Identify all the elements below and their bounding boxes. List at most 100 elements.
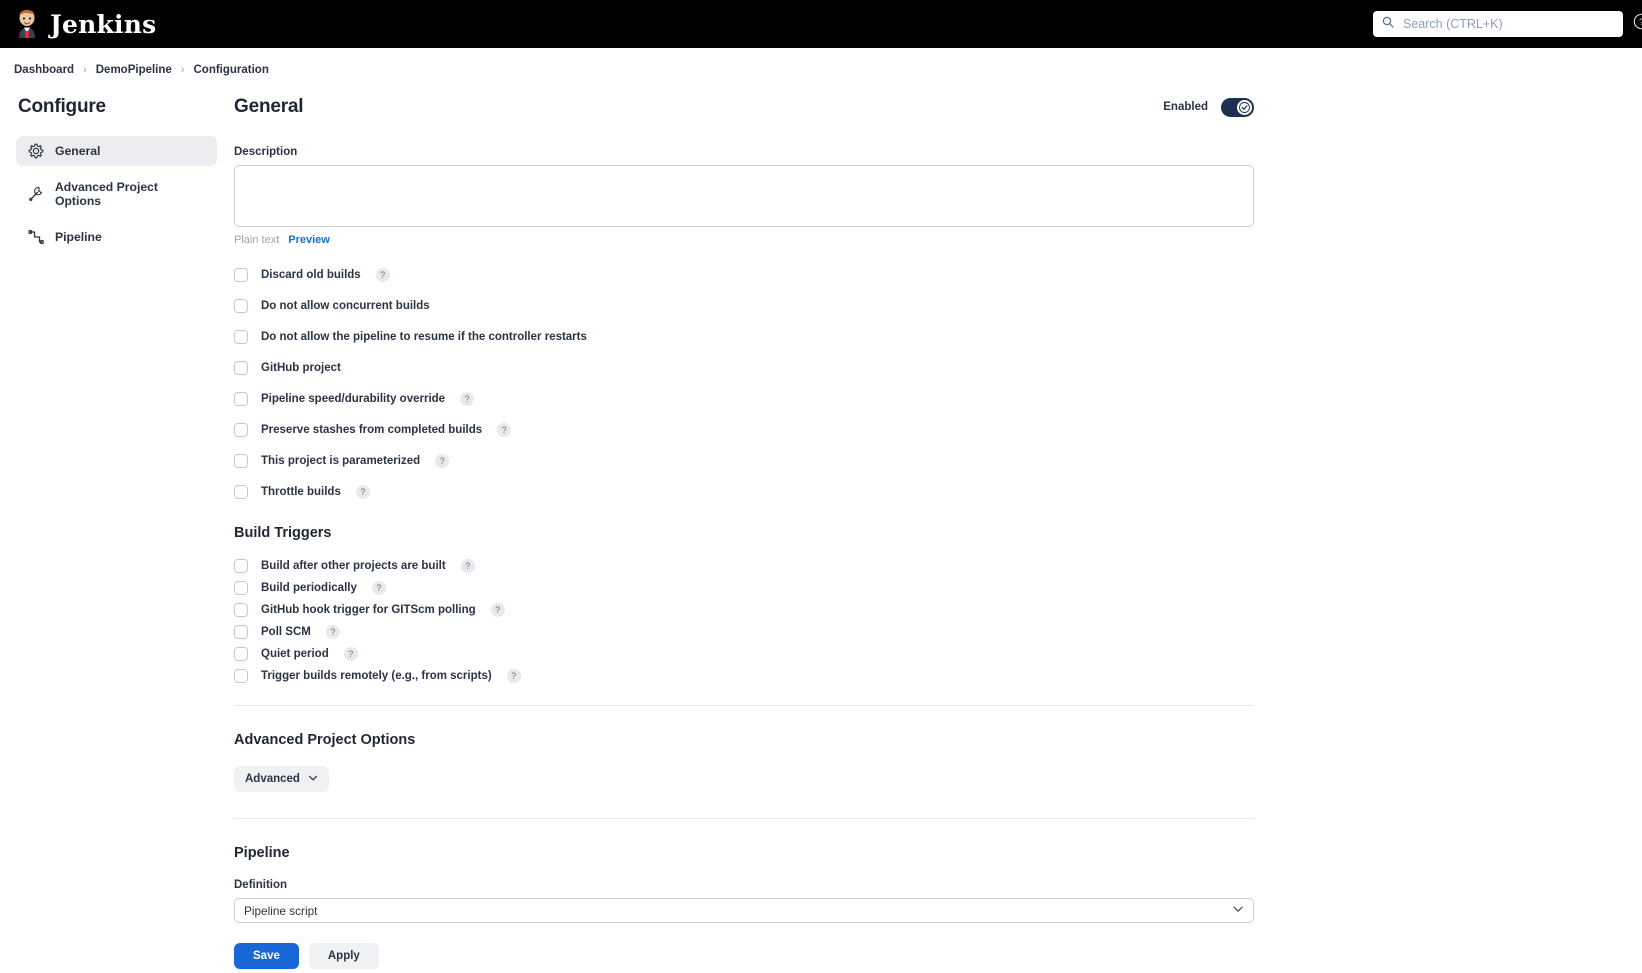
general-option-label[interactable]: Do not allow the pipeline to resume if t… bbox=[261, 331, 587, 343]
pipeline-heading: Pipeline bbox=[234, 845, 290, 861]
sidebar-item-label: Pipeline bbox=[55, 230, 102, 244]
general-option-label[interactable]: Preserve stashes from completed builds bbox=[261, 424, 482, 436]
sidebar-item-label: General bbox=[55, 144, 101, 158]
general-option-row: Throttle builds? bbox=[234, 485, 1254, 499]
help-icon[interactable]: ? bbox=[435, 454, 450, 468]
wrench-icon bbox=[27, 186, 44, 203]
build-trigger-option-checkbox[interactable] bbox=[234, 581, 248, 595]
search-icon bbox=[1382, 15, 1394, 33]
general-option-checkbox[interactable] bbox=[234, 423, 248, 437]
build-trigger-option-label[interactable]: Quiet period bbox=[261, 648, 329, 660]
general-option-row: GitHub project bbox=[234, 361, 1254, 375]
sidebar-item-label: Advanced Project Options bbox=[55, 180, 158, 208]
build-trigger-option-checkbox[interactable] bbox=[234, 625, 248, 639]
definition-select[interactable]: Pipeline scriptPipeline script from SCM bbox=[234, 898, 1254, 923]
general-option-checkbox[interactable] bbox=[234, 361, 248, 375]
build-trigger-option-checkbox[interactable] bbox=[234, 603, 248, 617]
general-option-label[interactable]: This project is parameterized bbox=[261, 455, 420, 467]
breadcrumb-separator: › bbox=[83, 64, 87, 76]
check-icon bbox=[1237, 99, 1252, 115]
general-heading: General bbox=[234, 96, 304, 117]
sidebar: Configure General Advanced Project Optio… bbox=[0, 96, 232, 969]
help-icon[interactable]: ? bbox=[490, 603, 505, 617]
preview-link[interactable]: Preview bbox=[288, 234, 330, 246]
build-trigger-option-label[interactable]: GitHub hook trigger for GITScm polling bbox=[261, 604, 476, 616]
general-options-list: Discard old builds? Do not allow concurre… bbox=[234, 268, 1254, 499]
help-icon[interactable]: ? bbox=[497, 423, 512, 437]
sidebar-item-advanced-project-options[interactable]: Advanced Project Options bbox=[16, 179, 217, 209]
build-trigger-option-row: Build periodically? bbox=[234, 581, 1254, 595]
description-field-group: Description Plain text Preview bbox=[234, 146, 1254, 246]
build-trigger-option-checkbox[interactable] bbox=[234, 559, 248, 573]
general-option-checkbox[interactable] bbox=[234, 454, 248, 468]
general-option-row: Do not allow concurrent builds bbox=[234, 299, 1254, 313]
save-button[interactable]: Save bbox=[234, 943, 299, 969]
general-option-row: This project is parameterized? bbox=[234, 454, 1254, 468]
general-option-row: Do not allow the pipeline to resume if t… bbox=[234, 330, 1254, 344]
general-option-label[interactable]: Discard old builds bbox=[261, 269, 361, 281]
general-option-row: Preserve stashes from completed builds? bbox=[234, 423, 1254, 437]
general-option-checkbox[interactable] bbox=[234, 485, 248, 499]
enabled-control: Enabled bbox=[1163, 97, 1254, 117]
sidebar-item-pipeline[interactable]: Pipeline bbox=[16, 222, 217, 252]
search-box[interactable] bbox=[1373, 11, 1623, 37]
general-option-label[interactable]: Pipeline speed/durability override bbox=[261, 393, 445, 405]
build-trigger-option-row: Build after other projects are built? bbox=[234, 559, 1254, 573]
build-trigger-option-label[interactable]: Build after other projects are built bbox=[261, 560, 446, 572]
description-meta: Plain text Preview bbox=[234, 234, 1254, 246]
general-option-checkbox[interactable] bbox=[234, 330, 248, 344]
enabled-toggle[interactable] bbox=[1221, 97, 1254, 117]
help-icon[interactable]: ? bbox=[460, 559, 475, 573]
form-actions: Save Apply bbox=[234, 943, 1254, 969]
build-trigger-option-label[interactable]: Build periodically bbox=[261, 582, 357, 594]
help-icon[interactable]: ? bbox=[355, 485, 370, 499]
build-trigger-option-label[interactable]: Trigger builds remotely (e.g., from scri… bbox=[261, 670, 492, 682]
help-icon[interactable]: ? bbox=[460, 392, 475, 406]
help-icon[interactable]: ? bbox=[371, 581, 386, 595]
brand-home-link[interactable]: Jenkins bbox=[14, 9, 156, 39]
main-content: General Enabled Description Plain text P… bbox=[232, 96, 1642, 969]
description-input[interactable] bbox=[234, 165, 1254, 227]
help-icon[interactable]: ? bbox=[375, 268, 390, 282]
general-option-row: Pipeline speed/durability override? bbox=[234, 392, 1254, 406]
general-option-checkbox[interactable] bbox=[234, 392, 248, 406]
jenkins-butler-logo bbox=[14, 9, 40, 39]
general-option-row: Discard old builds? bbox=[234, 268, 1254, 282]
breadcrumb-item-dashboard[interactable]: Dashboard bbox=[14, 64, 74, 76]
plain-text-label: Plain text bbox=[234, 234, 280, 246]
build-trigger-option-label[interactable]: Poll SCM bbox=[261, 626, 311, 638]
general-option-label[interactable]: GitHub project bbox=[261, 362, 341, 374]
build-trigger-option-row: Poll SCM? bbox=[234, 625, 1254, 639]
advanced-toggle-button[interactable]: Advanced bbox=[234, 766, 329, 792]
topbar-right-cluster: ? bbox=[1373, 11, 1642, 37]
top-navigation-bar: Jenkins ? bbox=[0, 0, 1642, 48]
help-circle-icon[interactable]: ? bbox=[1633, 13, 1642, 35]
page-body: Configure General Advanced Project Optio… bbox=[0, 82, 1642, 969]
brand-title: Jenkins bbox=[50, 9, 157, 39]
general-option-checkbox[interactable] bbox=[234, 268, 248, 282]
build-trigger-option-row: Trigger builds remotely (e.g., from scri… bbox=[234, 669, 1254, 683]
build-trigger-option-checkbox[interactable] bbox=[234, 647, 248, 661]
breadcrumb-item-demopipeline[interactable]: DemoPipeline bbox=[96, 64, 172, 76]
sidebar-item-general[interactable]: General bbox=[16, 136, 217, 166]
general-option-label[interactable]: Throttle builds bbox=[261, 486, 341, 498]
general-section-header: General Enabled bbox=[234, 96, 1254, 118]
general-option-label[interactable]: Do not allow concurrent builds bbox=[261, 300, 430, 312]
section-divider bbox=[234, 818, 1254, 819]
page-title: Configure bbox=[18, 96, 106, 117]
breadcrumb-item-configuration[interactable]: Configuration bbox=[193, 64, 268, 76]
definition-select-wrapper: Pipeline scriptPipeline script from SCM bbox=[234, 898, 1254, 923]
apply-button[interactable]: Apply bbox=[308, 943, 379, 969]
section-divider bbox=[234, 705, 1254, 706]
general-option-checkbox[interactable] bbox=[234, 299, 248, 313]
advanced-project-options-heading: Advanced Project Options bbox=[234, 732, 416, 748]
build-trigger-option-row: Quiet period? bbox=[234, 647, 1254, 661]
help-icon[interactable]: ? bbox=[343, 647, 358, 661]
enabled-label: Enabled bbox=[1163, 101, 1208, 113]
help-icon[interactable]: ? bbox=[325, 625, 340, 639]
build-triggers-options-list: Build after other projects are built? Bui… bbox=[234, 559, 1254, 683]
search-input[interactable] bbox=[1401, 16, 1614, 32]
chevron-down-icon bbox=[308, 773, 318, 786]
help-icon[interactable]: ? bbox=[506, 669, 521, 683]
build-trigger-option-checkbox[interactable] bbox=[234, 669, 248, 683]
